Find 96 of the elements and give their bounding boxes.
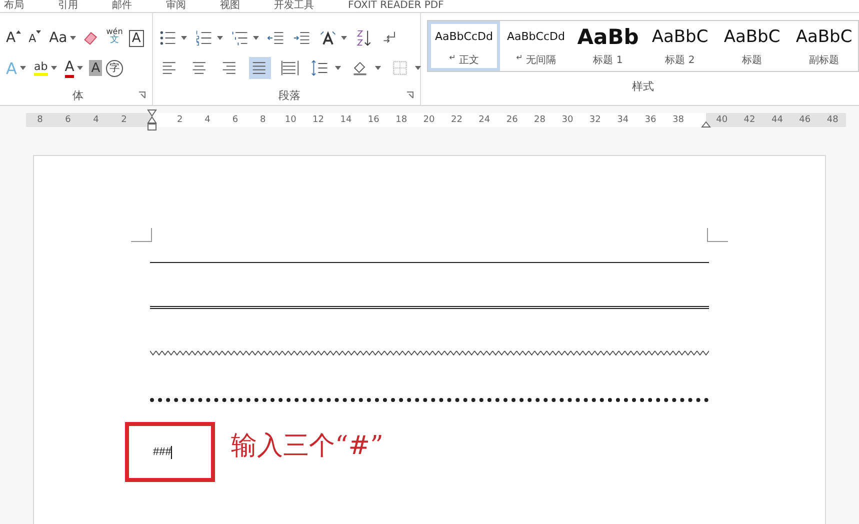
caret-icon	[50, 66, 57, 70]
character-shading-button[interactable]: A	[89, 60, 102, 76]
ruler-number: 6	[231, 115, 240, 125]
style-preview: AaBbC	[796, 26, 852, 48]
ruler-number: 38	[671, 115, 685, 125]
sort-icon[interactable]	[355, 29, 373, 47]
style-preview: AaBbCcDd	[507, 28, 565, 44]
multilevel-list-icon[interactable]	[231, 29, 249, 47]
caret-icon[interactable]	[375, 66, 381, 70]
ruler-number: 14	[339, 115, 353, 125]
numbered-list-icon[interactable]	[195, 29, 213, 47]
shrink-font-button[interactable]: A	[26, 27, 44, 49]
style-swatch[interactable]: AaBbCcDd ↵ 无间隔	[500, 21, 572, 71]
group-label: 段落	[278, 88, 300, 102]
ruler-number: 10	[284, 115, 298, 125]
caret-icon[interactable]	[415, 66, 421, 70]
ruler-number: 18	[394, 115, 408, 125]
ruler-number: 6	[64, 115, 72, 125]
caret-icon	[70, 36, 76, 40]
annotation-text: 输入三个“#”	[231, 430, 384, 462]
ruler-number: 30	[560, 115, 574, 125]
ribbon-tab[interactable]: 布局	[4, 0, 24, 12]
ruler-number: 8	[259, 115, 267, 125]
style-name: 标题 2	[665, 54, 695, 66]
ruler-number: 4	[92, 115, 100, 125]
dialog-launcher-icon[interactable]	[406, 91, 414, 99]
enclose-character-button[interactable]: 字	[106, 60, 124, 76]
ruler-number: 2	[176, 115, 184, 125]
ruler-number: 12	[312, 115, 325, 125]
group-label: 样式	[632, 78, 654, 94]
text-direction-icon[interactable]	[319, 29, 337, 47]
ruler-number: 22	[450, 115, 464, 125]
ruler-number: 16	[366, 115, 380, 125]
caret-icon	[77, 66, 84, 70]
caret-icon[interactable]	[253, 36, 259, 40]
increase-indent-icon[interactable]	[293, 29, 311, 47]
ruler-number: 20	[422, 115, 436, 125]
ribbon-tab[interactable]: FOXIT READER PDF	[348, 0, 444, 12]
dialog-launcher-icon[interactable]	[138, 91, 146, 99]
style-preview: AaBbC	[724, 26, 780, 48]
highlight-button[interactable]: ab	[32, 57, 59, 79]
style-swatch[interactable]: AaBbC 标题	[716, 21, 788, 71]
ruler-number: 26	[505, 115, 519, 125]
text-cursor	[171, 446, 172, 458]
justify-icon[interactable]	[249, 57, 271, 79]
caret-icon[interactable]	[335, 66, 341, 70]
style-name: 标题	[742, 54, 762, 66]
caret-icon	[20, 66, 26, 70]
ruler-number: 28	[533, 115, 546, 125]
arrow-up-icon	[16, 30, 21, 34]
caret-icon[interactable]	[217, 36, 223, 40]
crop-mark-icon	[131, 228, 153, 242]
ruler-number: 8	[36, 115, 44, 125]
grow-font-button[interactable]: A	[4, 27, 23, 49]
ruler-number: 48	[826, 115, 840, 125]
style-swatch[interactable]: AaBbC 标题 2	[644, 21, 716, 71]
paragraph-mark: ↵	[516, 52, 523, 64]
style-swatch[interactable]: AaBbCcDd ↵ 正文	[428, 21, 500, 71]
ribbon-tab[interactable]: 视图	[220, 0, 240, 12]
style-preview: AaBb	[577, 26, 639, 48]
font-color-button[interactable]: A	[62, 57, 86, 79]
ribbon-tab[interactable]: 开发工具	[274, 0, 314, 12]
ruler-number: 34	[616, 115, 630, 125]
change-case-button[interactable]: Aa	[47, 27, 78, 49]
ruler-number: 42	[742, 115, 756, 125]
phonetic-guide-button[interactable]: wén 文	[104, 27, 125, 49]
ruler-number: 2	[120, 115, 128, 125]
ruler-number: 4	[204, 115, 212, 125]
decrease-indent-icon[interactable]	[267, 29, 285, 47]
style-name: 无间隔	[526, 54, 556, 66]
paragraph-mark: ↵	[449, 52, 456, 64]
style-name: 标题 1	[593, 54, 623, 66]
ruler-number: 40	[715, 115, 729, 125]
typed-text: ###	[153, 446, 172, 458]
indent-marker-icon[interactable]	[147, 109, 157, 131]
ruler-number: 36	[644, 115, 658, 125]
caret-icon[interactable]	[181, 36, 187, 40]
arrow-down-icon	[36, 30, 42, 34]
ruler-number: 24	[478, 115, 492, 125]
group-label: 体	[72, 88, 84, 102]
style-name: 正文	[458, 54, 479, 66]
style-preview: AaBbCcDd	[435, 28, 493, 44]
style-swatch[interactable]: AaBbC 副标题	[788, 21, 858, 71]
ruler-number: 32	[588, 115, 602, 125]
style-swatch[interactable]: AaBb 标题 1	[572, 21, 644, 71]
crop-mark-icon	[706, 228, 728, 242]
caret-icon[interactable]	[341, 36, 347, 40]
bullet-list-icon[interactable]	[159, 29, 177, 47]
ruler-number: 46	[798, 115, 812, 125]
ruler-number: 44	[770, 115, 784, 125]
style-name: 副标题	[809, 54, 839, 66]
style-preview: AaBbC	[652, 26, 708, 48]
character-border-button[interactable]: A	[128, 30, 144, 46]
ribbon-tab[interactable]: 邮件	[112, 0, 132, 12]
right-indent-marker-icon[interactable]	[701, 121, 711, 128]
ribbon-tab[interactable]: 引用	[58, 0, 78, 12]
